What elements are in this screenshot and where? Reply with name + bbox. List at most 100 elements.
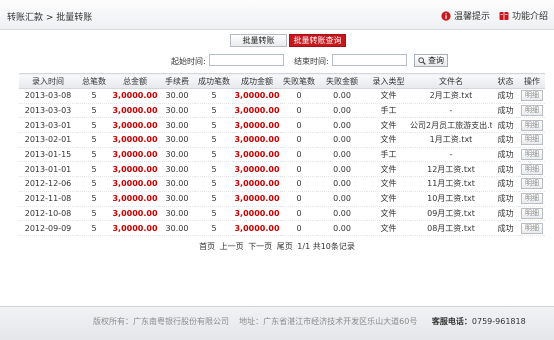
table-row: 2013-03-01 5 3,0000.00 30.00 5 3,0000.00 0 0.00…: [19, 117, 545, 134]
table-cell: 3,0000.00: [233, 88, 281, 104]
table-cell: 5: [195, 88, 233, 104]
action-cell: 明细: [519, 161, 545, 178]
table-cell: 1月工资.txt: [410, 132, 492, 148]
table-cell: 成功: [492, 191, 519, 207]
book-icon: [499, 11, 509, 20]
table-cell: 3,0000.00: [233, 220, 281, 236]
pager-next[interactable]: 下一页: [248, 242, 272, 251]
start-time-input[interactable]: [209, 54, 284, 66]
table-cell: 0: [281, 88, 317, 104]
table-cell: 文件: [367, 117, 410, 134]
table-cell: 0: [281, 206, 317, 222]
column-header: 手续费: [159, 73, 195, 89]
table-cell: 5: [77, 132, 111, 148]
table-cell: 5: [77, 206, 111, 222]
table-cell: 30.00: [159, 147, 195, 163]
table-cell: 3,0000.00: [233, 176, 281, 192]
footer-hotline-label: 客服电话：: [431, 317, 472, 326]
detail-button[interactable]: 明细: [521, 222, 543, 234]
action-cell: 明细: [519, 191, 545, 207]
action-cell: 明细: [519, 117, 545, 134]
table-cell: 3,0000.00: [111, 220, 159, 236]
table-cell: 成功: [492, 161, 519, 178]
table-cell: 5: [77, 191, 111, 207]
action-cell: 明细: [519, 103, 545, 119]
detail-button[interactable]: 明细: [521, 134, 543, 146]
detail-button[interactable]: 明细: [521, 119, 543, 131]
column-header: 录入时间: [19, 73, 77, 89]
tips-link[interactable]: 温馨提示: [441, 9, 490, 22]
pagination: 首页 上一页 下一页 尾页 1/1 共10条记录: [0, 241, 554, 252]
search-icon: [418, 56, 426, 65]
tab-batch-transfer-query[interactable]: 批量转账查询: [289, 34, 346, 47]
table-cell: 0.00: [317, 103, 367, 119]
column-header: 状态: [492, 73, 519, 89]
column-header: 成功笔数: [195, 73, 233, 89]
table-cell: -: [410, 103, 492, 119]
detail-button[interactable]: 明细: [521, 149, 543, 161]
table-cell: 3,0000.00: [111, 147, 159, 163]
table-row: 2012-11-08 5 3,0000.00 30.00 5 3,0000.00 0 0.00…: [19, 191, 545, 207]
table-cell: 5: [195, 147, 233, 163]
table-body: 2013-03-08 5 3,0000.00 30.00 5 3,0000.00 0 0.00…: [19, 88, 545, 236]
table-row: 2012-12-06 5 3,0000.00 30.00 5 3,0000.00 0 0.00…: [19, 176, 545, 192]
table-cell: 30.00: [159, 220, 195, 236]
table-cell: 5: [77, 103, 111, 119]
table-cell: 3,0000.00: [111, 191, 159, 207]
query-button[interactable]: 查询: [414, 54, 448, 67]
end-time-input[interactable]: [332, 54, 407, 66]
tab-bar: 批量转账 批量转账查询: [230, 34, 346, 47]
table-cell: 0.00: [317, 161, 367, 178]
table-cell: 0: [281, 147, 317, 163]
table-cell: 2013-03-03: [19, 103, 77, 119]
table-cell: 2012-09-09: [19, 220, 77, 236]
table-cell: 5: [77, 147, 111, 163]
pager-last[interactable]: 尾页: [277, 242, 293, 251]
table-cell: 5: [195, 220, 233, 236]
table-cell: 5: [195, 132, 233, 148]
column-header: 失败笔数: [281, 73, 317, 89]
detail-button[interactable]: 明细: [521, 90, 543, 102]
table-cell: 文件: [367, 191, 410, 207]
table-cell: 手工: [367, 147, 410, 163]
table-cell: 3,0000.00: [111, 206, 159, 222]
table-cell: 0: [281, 220, 317, 236]
table-cell: -: [410, 147, 492, 163]
start-time-label: 起始时间:: [171, 57, 206, 66]
detail-button[interactable]: 明细: [521, 105, 543, 117]
table-cell: 5: [195, 176, 233, 192]
table-row: 2013-03-08 5 3,0000.00 30.00 5 3,0000.00 0 0.00…: [19, 88, 545, 104]
table-cell: 3,0000.00: [233, 117, 281, 134]
table-cell: 5: [195, 103, 233, 119]
footer-hotline: 0759-961818: [471, 317, 526, 326]
table-cell: 0: [281, 191, 317, 207]
pager-first[interactable]: 首页: [199, 242, 215, 251]
pager-prev[interactable]: 上一页: [220, 242, 244, 251]
table-cell: 3,0000.00: [233, 206, 281, 222]
table-cell: 30.00: [159, 117, 195, 134]
table-cell: 文件: [367, 206, 410, 222]
column-header: 操作: [519, 73, 545, 89]
detail-button[interactable]: 明细: [521, 178, 543, 190]
table-cell: 08月工资.txt: [410, 220, 492, 236]
table-cell: 3,0000.00: [233, 161, 281, 178]
table-cell: 5: [195, 117, 233, 134]
table-cell: 成功: [492, 103, 519, 119]
table-cell: 0: [281, 117, 317, 134]
intro-link[interactable]: 功能介绍: [499, 9, 548, 22]
table-cell: 3,0000.00: [111, 161, 159, 178]
tab-batch-transfer[interactable]: 批量转账: [230, 34, 287, 47]
detail-button[interactable]: 明细: [521, 163, 543, 175]
top-links: 温馨提示 功能介绍: [441, 9, 548, 22]
table-cell: 成功: [492, 117, 519, 134]
table-cell: 0.00: [317, 88, 367, 104]
top-bar: 转账汇款 > 批量转账 温馨提示 功能介绍: [0, 0, 554, 30]
table-cell: 文件: [367, 220, 410, 236]
column-header: 录入类型: [367, 73, 410, 89]
table-cell: 10月工资.txt: [410, 191, 492, 207]
info-icon: [441, 10, 451, 21]
detail-button[interactable]: 明细: [521, 207, 543, 219]
tips-link-label: 温馨提示: [453, 12, 490, 22]
table-cell: 2012-11-08: [19, 191, 77, 207]
detail-button[interactable]: 明细: [521, 193, 543, 205]
